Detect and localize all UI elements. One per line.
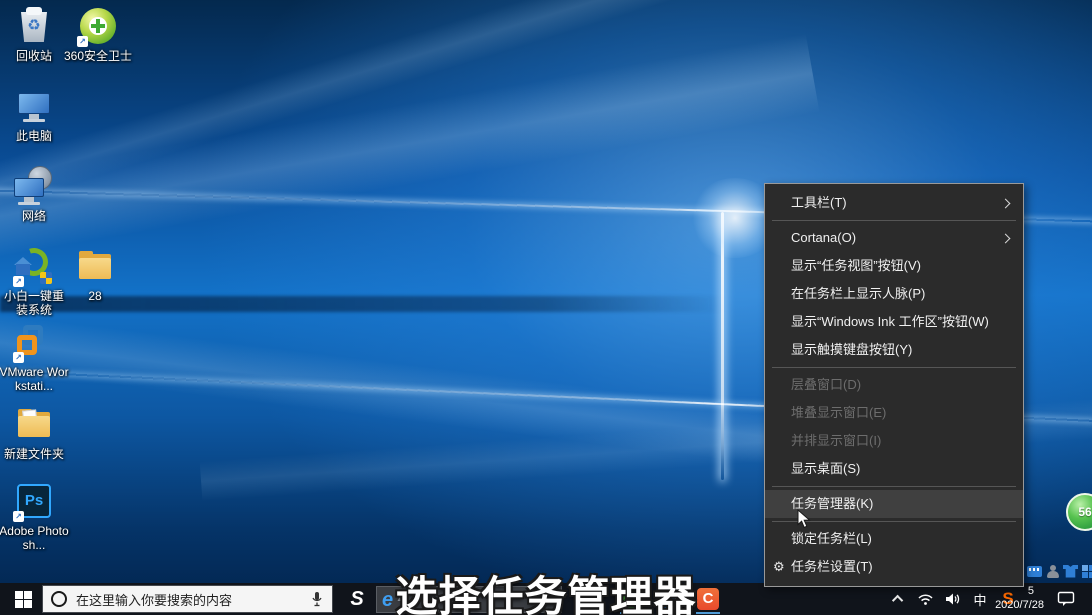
menu-item-lock-taskbar[interactable]: 锁定任务栏(L) [765, 525, 1023, 553]
menu-separator [772, 486, 1016, 487]
touch-keyboard-icon[interactable] [1027, 566, 1042, 577]
360-safe-icon: ↗ [78, 6, 118, 46]
desktop-icon-photoshop[interactable]: Ps ↗ Adobe Photosh... [0, 481, 70, 552]
desktop-icon-folder-28[interactable]: 28 [59, 246, 131, 303]
speedball-value: 56 [1078, 505, 1091, 519]
menu-item-task-view-button[interactable]: 显示“任务视图”按钮(V) [765, 252, 1023, 280]
microphone-icon[interactable] [310, 591, 324, 607]
taskbar-search-input[interactable]: 在这里输入你要搜索的内容 [42, 585, 333, 613]
vmware-icon: ↗ [14, 322, 54, 362]
desktop-icon-new-folder[interactable]: 新建文件夹 [0, 404, 70, 461]
toolbox-icon[interactable] [1082, 565, 1092, 578]
menu-item-windows-ink-button[interactable]: 显示“Windows Ink 工作区”按钮(W) [765, 308, 1023, 336]
folder-icon [14, 404, 54, 444]
skin-tshirt-icon[interactable] [1063, 565, 1078, 578]
start-button[interactable] [0, 583, 46, 615]
menu-item-cascade-windows: 层叠窗口(D) [765, 371, 1023, 399]
clock-date: 2020/7/28 [988, 598, 1044, 612]
tray-overflow-chevron[interactable] [890, 583, 908, 615]
shortcut-arrow-icon: ↗ [13, 276, 24, 287]
this-pc-icon [14, 86, 54, 126]
cortana-icon [51, 591, 67, 607]
menu-item-stack-windows: 堆叠显示窗口(E) [765, 399, 1023, 427]
icon-label: 360安全卫士 [59, 49, 137, 63]
camtasia-icon[interactable]: C [696, 587, 720, 611]
tutorial-subtitle: 选择任务管理器 [395, 563, 696, 615]
shortcut-arrow-icon: ↗ [13, 352, 24, 363]
chevron-up-icon [892, 595, 903, 606]
windows-logo-icon [15, 591, 32, 608]
running-indicator [696, 612, 720, 614]
search-placeholder: 在这里输入你要搜索的内容 [76, 590, 310, 609]
action-center-icon [1057, 591, 1076, 607]
volume-tray-icon[interactable] [942, 583, 964, 615]
desktop-icon-this-pc[interactable]: 此电脑 [0, 86, 70, 143]
menu-separator [772, 220, 1016, 221]
chevron-right-icon [1001, 199, 1011, 209]
ie-edge-icon: e [382, 590, 393, 610]
mouse-cursor [797, 509, 811, 529]
ime-indicator[interactable]: 中 [970, 583, 990, 615]
shortcut-arrow-icon: ↗ [77, 36, 88, 47]
icon-label: 网络 [0, 209, 70, 223]
menu-item-show-desktop[interactable]: 显示桌面(S) [765, 455, 1023, 483]
icon-label: 28 [59, 289, 131, 303]
sogou-input-toolbar[interactable] [1027, 561, 1092, 581]
icon-label: VMware Workstati... [0, 365, 70, 393]
menu-item-toolbars[interactable]: 工具栏(T) [765, 189, 1023, 217]
account-icon[interactable] [1046, 565, 1059, 578]
tray-clock[interactable]: 5 2020/7/28 [988, 584, 1044, 614]
icon-label: Adobe Photosh... [0, 524, 70, 552]
menu-item-touch-keyboard-button[interactable]: 显示触摸键盘按钮(Y) [765, 336, 1023, 364]
menu-item-cortana[interactable]: Cortana(O) [765, 224, 1023, 252]
shortcut-arrow-icon: ↗ [13, 511, 24, 522]
menu-item-people-on-taskbar[interactable]: 在任务栏上显示人脉(P) [765, 280, 1023, 308]
wifi-tray-icon[interactable] [914, 583, 936, 615]
action-center-button[interactable] [1052, 583, 1080, 615]
recycle-bin-icon: ♻ [14, 6, 54, 46]
windows-desktop: ♻ 回收站 ↗ 360安全卫士 此电脑 网络 ↗ 小白一键重装系统 28 [0, 0, 1092, 615]
360-s-swirl-icon[interactable]: S [345, 587, 369, 611]
icon-label: 新建文件夹 [0, 447, 70, 461]
icon-label: 小白一键重装系统 [2, 289, 66, 317]
menu-item-side-by-side-windows: 并排显示窗口(I) [765, 427, 1023, 455]
network-icon [14, 166, 54, 206]
desktop-icon-360-safe[interactable]: ↗ 360安全卫士 [59, 6, 137, 63]
gear-icon: ⚙ [773, 553, 785, 581]
chevron-right-icon [1001, 234, 1011, 244]
menu-separator [772, 367, 1016, 368]
desktop-icon-network[interactable]: 网络 [0, 166, 70, 223]
desktop-icon-vmware[interactable]: ↗ VMware Workstati... [0, 322, 70, 393]
xiaobai-icon: ↗ [14, 246, 54, 286]
photoshop-icon: Ps ↗ [14, 481, 54, 521]
menu-item-taskbar-settings[interactable]: ⚙ 任务栏设置(T) [765, 553, 1023, 581]
icon-label: 此电脑 [0, 129, 70, 143]
folder-icon [75, 246, 115, 286]
